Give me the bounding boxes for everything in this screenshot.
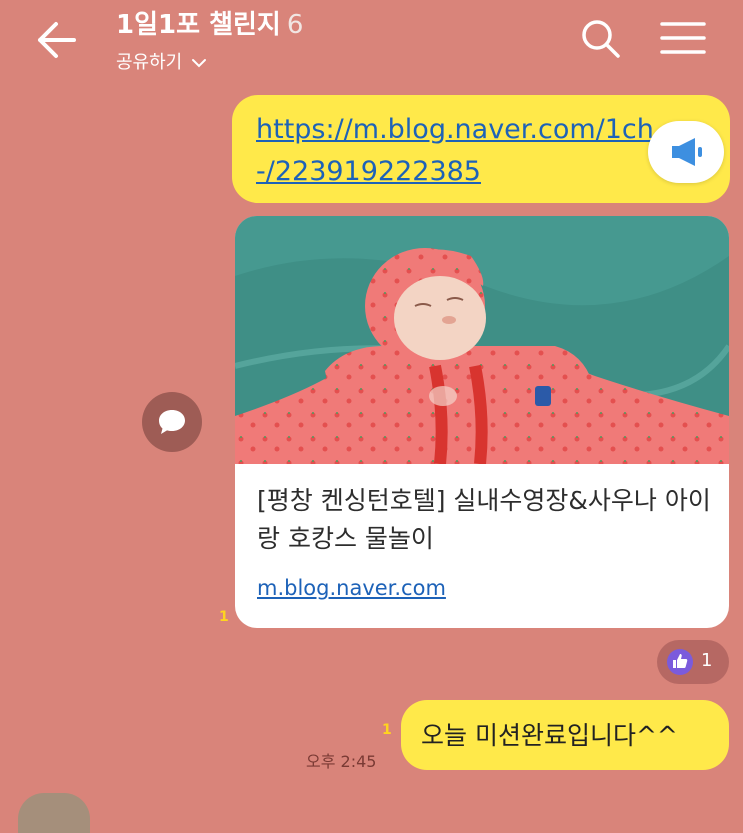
reaction-badge[interactable]: 1 bbox=[657, 640, 729, 684]
unread-count: 1 bbox=[382, 722, 392, 738]
link-line-2: -/223919222385 bbox=[256, 156, 481, 187]
hamburger-menu-icon[interactable] bbox=[656, 14, 710, 62]
member-count: 6 bbox=[286, 10, 304, 40]
preview-domain[interactable]: m.blog.naver.com bbox=[257, 576, 446, 600]
link-line-1: https://m.blog.naver.com/1ch bbox=[256, 114, 654, 145]
chat-title: 1일1포 챌린지 6 bbox=[116, 4, 303, 41]
avatar[interactable] bbox=[18, 793, 90, 833]
share-dropdown[interactable]: 공유하기 bbox=[116, 48, 207, 74]
back-arrow-icon[interactable] bbox=[30, 18, 82, 62]
speech-bubble-icon[interactable] bbox=[142, 392, 202, 452]
preview-title: [평창 켄싱턴호텔] 실내수영장&사우나 아이랑 호캉스 물놀이 bbox=[257, 486, 711, 553]
message-text: 오늘 미션완료입니다^^ bbox=[421, 721, 678, 750]
preview-thumbnail-image bbox=[235, 216, 729, 464]
message-timestamp: 오후 2:45 bbox=[306, 752, 377, 771]
chat-title-text: 1일1포 챌린지 bbox=[116, 10, 281, 40]
share-label: 공유하기 bbox=[116, 52, 183, 73]
search-icon[interactable] bbox=[578, 16, 624, 62]
text-message-bubble[interactable]: 오늘 미션완료입니다^^ bbox=[401, 700, 729, 770]
unread-count: 1 bbox=[219, 609, 229, 625]
thumbs-up-icon bbox=[667, 649, 693, 675]
link-preview-card[interactable]: [평창 켄싱턴호텔] 실내수영장&사우나 아이랑 호캉스 물놀이 m.blog.… bbox=[235, 216, 729, 628]
chevron-down-icon bbox=[191, 59, 206, 68]
megaphone-icon[interactable] bbox=[648, 121, 724, 183]
reaction-count: 1 bbox=[701, 650, 713, 671]
